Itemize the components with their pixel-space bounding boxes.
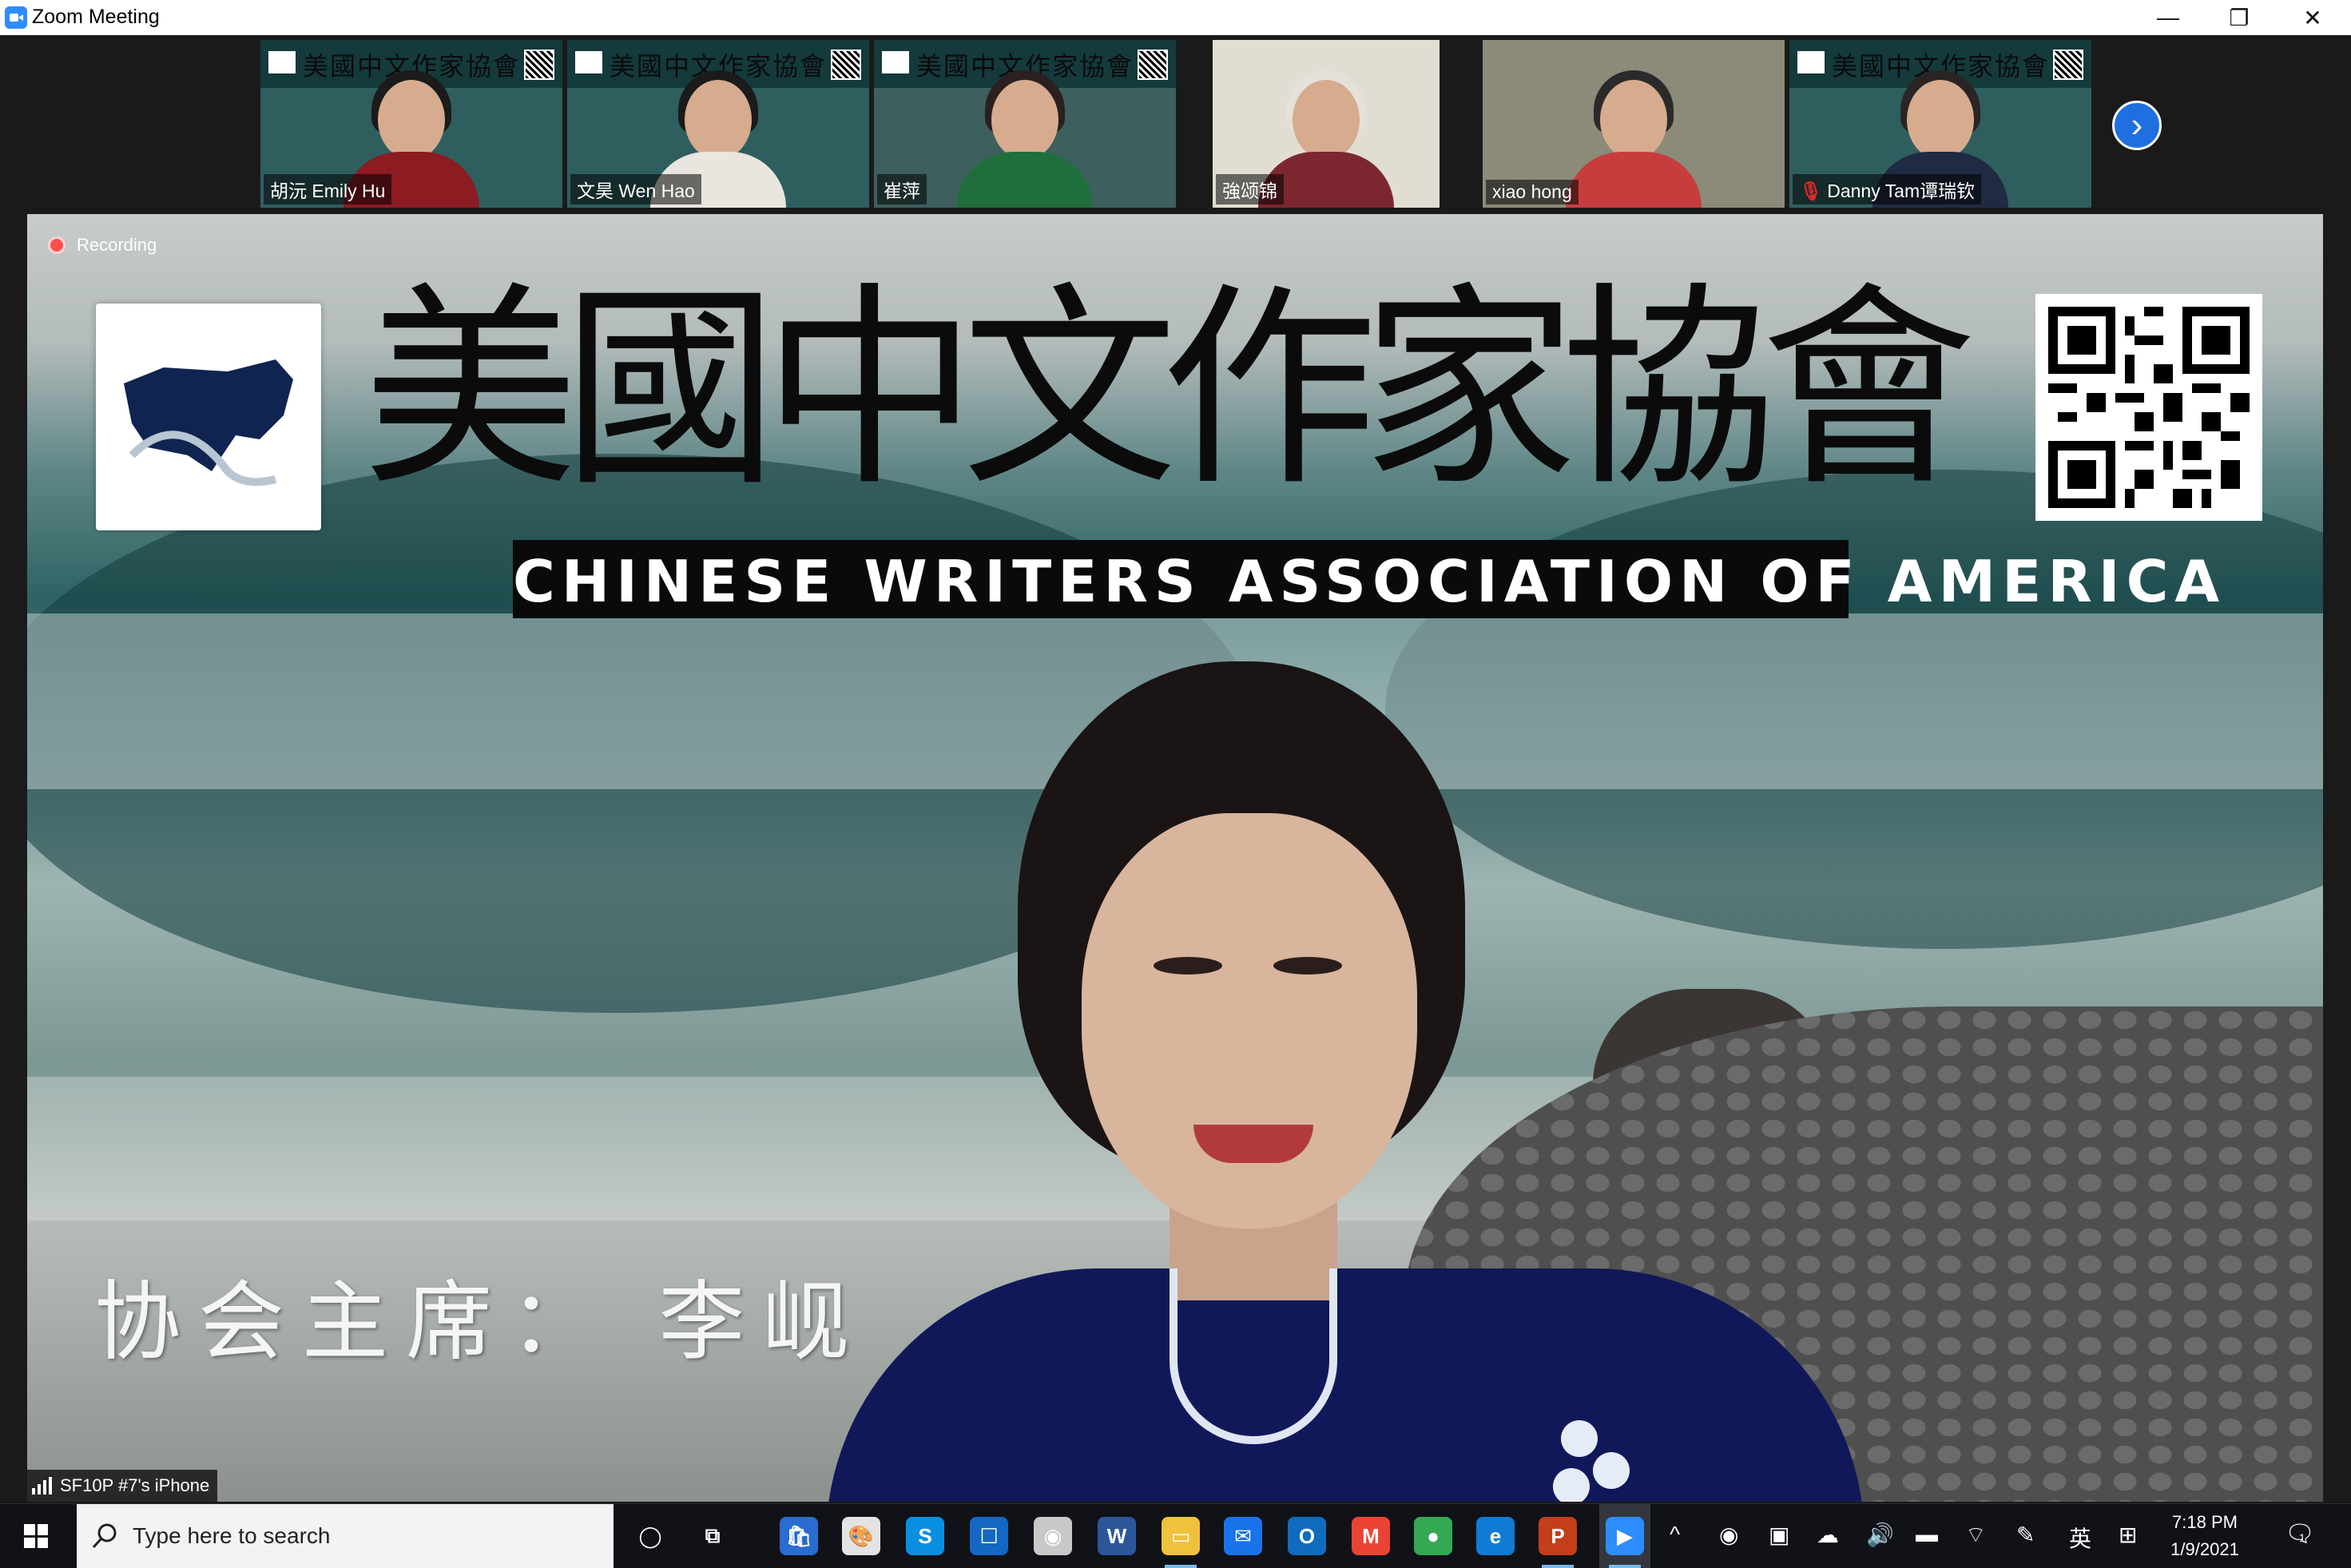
banner-chinese-title: 美國中文作家協會 — [363, 264, 1976, 515]
participant-tile[interactable]: 美國中文作家協會 文昊 Wen Hao — [567, 40, 869, 208]
dress-flower — [1593, 1452, 1630, 1489]
minimize-button[interactable]: — — [2133, 0, 2203, 35]
participant-video — [1566, 64, 1702, 208]
participant-tile[interactable]: 美國中文作家協會 胡沅 Emily Hu — [260, 40, 562, 208]
participant-name: xiao hong — [1486, 180, 1579, 204]
battery-icon[interactable]: ▬ — [1916, 1522, 1938, 1547]
search-placeholder: Type here to search — [133, 1523, 331, 1548]
mail-icon[interactable]: ✉ — [1224, 1517, 1262, 1555]
recording-dot-icon — [48, 236, 66, 254]
task-view-icon[interactable]: ⧉ — [693, 1517, 732, 1555]
notification-count: 1 — [2299, 1531, 2305, 1544]
participant-name: 🎙 Danny Tam谭瑞钦 — [1793, 174, 1982, 204]
notification-center-icon[interactable]: 🗨 1 — [2285, 1520, 2315, 1549]
banner-english-title: CHINESE WRITERS ASSOCIATION OF AMERICA — [513, 548, 2226, 615]
store-icon[interactable]: 🛍 — [780, 1517, 818, 1555]
speaker-collar — [1170, 1268, 1337, 1444]
restore-button[interactable]: ❐ — [2204, 0, 2274, 35]
pen-icon[interactable]: ✎ — [2016, 1522, 2035, 1548]
participant-tile[interactable]: xiao hong — [1483, 40, 1785, 208]
speaker-eye — [1154, 957, 1222, 975]
skype-icon[interactable]: S — [906, 1517, 944, 1555]
tile-qr-code — [831, 50, 861, 80]
meet-now-icon[interactable]: ◉ — [1719, 1522, 1738, 1548]
next-page-button[interactable]: › — [2112, 101, 2162, 150]
speaker-face — [1082, 813, 1417, 1229]
active-speaker-video[interactable]: 美國中文作家協會 CHINESE WRITERS ASSOCIATION OF … — [27, 214, 2323, 1502]
association-logo — [96, 304, 321, 530]
participant-name: 強颂锦 — [1216, 174, 1284, 204]
participant-tile[interactable]: 強颂锦 — [1213, 40, 1440, 208]
show-hidden-icons-icon[interactable]: ^ — [1670, 1522, 1680, 1547]
tile-qr-code — [1138, 50, 1168, 80]
participant-name: 崔萍 — [877, 174, 927, 204]
edge-icon[interactable]: e — [1476, 1517, 1515, 1555]
clock-date: 1/9/2021 — [2170, 1539, 2239, 1559]
outlook-icon[interactable]: O — [1288, 1517, 1326, 1555]
input-language-icon[interactable]: 英 — [2069, 1522, 2091, 1554]
powerpoint-icon[interactable]: P — [1539, 1517, 1577, 1568]
tile-qr-code — [2053, 50, 2083, 80]
close-button[interactable]: ✕ — [2278, 0, 2348, 35]
chevron-right-icon: › — [2131, 105, 2143, 145]
speaker-figure — [826, 661, 1944, 1502]
recording-label: Recording — [77, 235, 157, 255]
zoom-icon[interactable]: ▶ — [1606, 1517, 1644, 1568]
gmail-icon[interactable]: M — [1352, 1517, 1390, 1555]
participant-name: 文昊 Wen Hao — [570, 174, 701, 204]
start-button[interactable] — [0, 1504, 72, 1568]
participant-video — [957, 64, 1093, 208]
cortana-icon[interactable]: ◯ — [631, 1517, 669, 1555]
windows-logo-icon — [24, 1524, 48, 1548]
tile-qr-code — [524, 50, 554, 80]
zoom-app-icon — [5, 6, 27, 29]
signal-strength-icon — [32, 1477, 52, 1495]
word-icon[interactable]: W — [1098, 1517, 1136, 1555]
participant-name: 胡沅 Emily Hu — [264, 174, 392, 204]
muted-mic-icon: 🎙 — [1799, 181, 1823, 201]
dress-flower — [1561, 1420, 1598, 1457]
volume-icon[interactable]: 🔊 — [1866, 1522, 1894, 1548]
chrome-icon[interactable]: ● — [1414, 1517, 1452, 1555]
paint-icon[interactable]: 🎨 — [842, 1517, 880, 1555]
qr-code — [2035, 294, 2262, 521]
wifi-icon[interactable]: ⌔ — [1965, 1522, 1986, 1550]
display-icon[interactable]: ▣ — [1769, 1522, 1789, 1548]
taskbar-search-box[interactable]: Type here to search — [77, 1504, 614, 1568]
file-explorer-icon[interactable]: ▭ — [1162, 1517, 1200, 1568]
video-source-label: SF10P #7's iPhone — [27, 1470, 218, 1502]
speaker-dress — [826, 1268, 1865, 1502]
system-clock[interactable]: 7:18 PM 1/9/2021 — [2157, 1509, 2253, 1563]
participant-tile[interactable]: 美國中文作家協會 崔萍 — [874, 40, 1176, 208]
video-source-name: SF10P #7's iPhone — [60, 1475, 210, 1495]
banner-english-box: CHINESE WRITERS ASSOCIATION OF AMERICA — [513, 540, 2226, 618]
recording-indicator: Recording — [48, 235, 157, 256]
outlook-calendar-icon[interactable]: ☐ — [970, 1517, 1008, 1555]
speaker-caption: 协会主席： 李岘 — [94, 1272, 867, 1372]
speaker-eye — [1273, 957, 1342, 975]
clock-time: 7:18 PM — [2172, 1512, 2238, 1532]
participant-strip: 美國中文作家協會 胡沅 Emily Hu 美國中文作家協會 文昊 Wen Hao 美國中… — [0, 35, 2351, 212]
ime-mode-icon[interactable]: ⊞ — [2119, 1522, 2137, 1548]
search-icon — [91, 1522, 123, 1550]
window-titlebar: Zoom Meeting — ❐ ✕ — [0, 0, 2351, 36]
participant-tile[interactable]: 美國中文作家協會 🎙 Danny Tam谭瑞钦 — [1789, 40, 2091, 208]
window-title: Zoom Meeting — [32, 6, 160, 28]
onedrive-icon[interactable]: ☁ — [1817, 1522, 1839, 1548]
windows-taskbar: Type here to search ◯ ⧉ 🛍 🎨 S ☐ ◉ W ▭ ✉ O M ● e P ▶ ^ ◉ ▣… — [0, 1503, 2351, 1568]
dress-flower — [1553, 1468, 1590, 1502]
webinar-icon[interactable]: ◉ — [1034, 1517, 1072, 1555]
